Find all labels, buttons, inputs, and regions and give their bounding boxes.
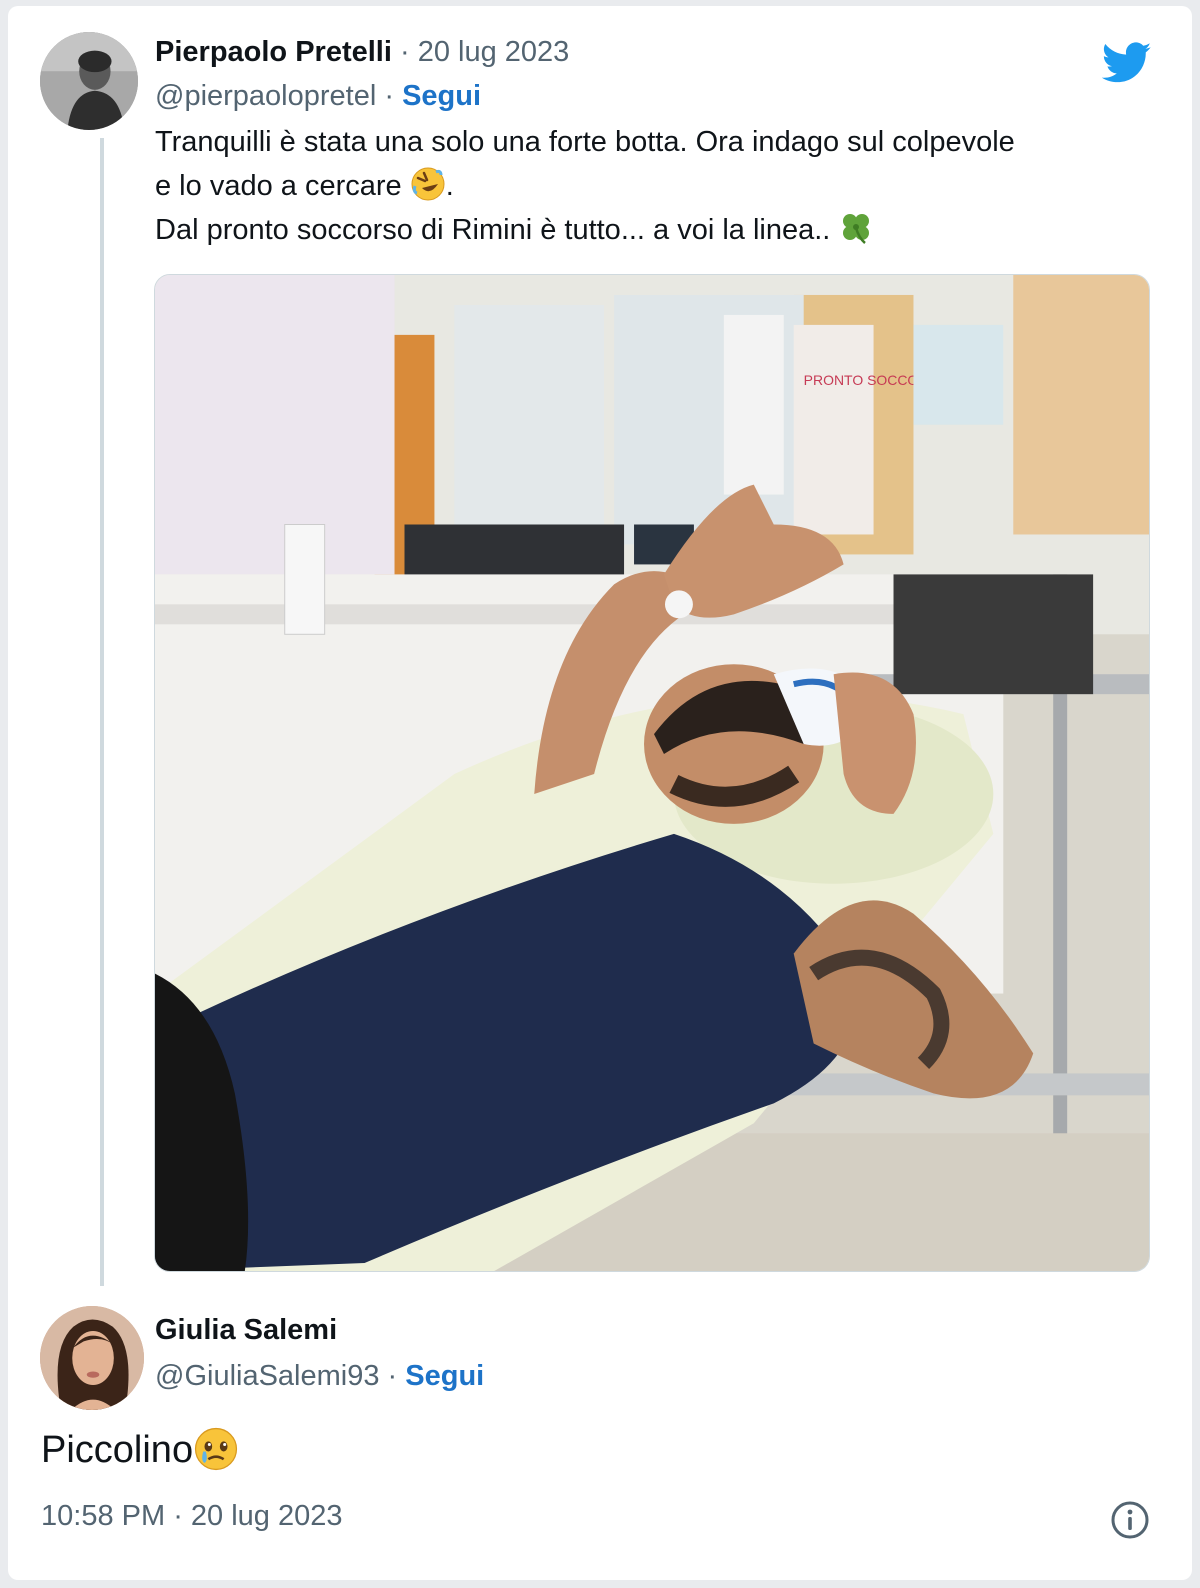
embedded-tweet-card: Pierpaolo Pretelli · 20 lug 2023 @pierpa…: [8, 6, 1192, 1580]
tweet-text-fragment: Dal pronto soccorso di Rimini è tutto...…: [155, 214, 839, 246]
author-handle[interactable]: @pierpaolopretel: [155, 80, 376, 112]
timestamp-date: 20 lug 2023: [190, 1500, 343, 1532]
thread-connector-line: [100, 138, 104, 1286]
author-handle-line: @pierpaolopretel · Segui: [155, 80, 481, 113]
reply-header: Giulia Salemi: [155, 1314, 337, 1347]
header-separator: ·: [391, 36, 418, 68]
reply-handle-line: @GiuliaSalemi93 · Segui: [155, 1360, 484, 1393]
tweet-text-line: e lo vado a cercare .: [155, 164, 1175, 208]
tweet-timestamp[interactable]: 10:58 PM · 20 lug 2023: [41, 1500, 343, 1533]
tweet-photo[interactable]: PRONTO SOCCORSO: [154, 274, 1150, 1272]
avatar[interactable]: [40, 1306, 144, 1410]
follow-separator: ·: [379, 1360, 406, 1392]
tweet-date[interactable]: 20 lug 2023: [418, 36, 570, 68]
four-leaf-clover-emoji-icon: [838, 210, 874, 246]
author-name[interactable]: Pierpaolo Pretelli: [155, 36, 392, 68]
face-holding-back-tears-emoji-icon: [193, 1426, 239, 1472]
tweet-text-fragment: .: [445, 170, 454, 202]
reply-text-content: Piccolino: [41, 1429, 194, 1471]
reply-author-name[interactable]: Giulia Salemi: [155, 1314, 337, 1346]
info-icon[interactable]: [1110, 1500, 1150, 1540]
twitter-bird-icon[interactable]: [1101, 42, 1152, 84]
reply-author-handle[interactable]: @GiuliaSalemi93: [155, 1360, 379, 1392]
follow-button[interactable]: Segui: [402, 80, 481, 112]
reply-text: Piccolino: [41, 1426, 239, 1472]
reply-follow-button[interactable]: Segui: [405, 1360, 484, 1392]
tweet-text-line: Dal pronto soccorso di Rimini è tutto...…: [155, 208, 1175, 252]
tweet-text-fragment: e lo vado a cercare: [155, 170, 410, 202]
tweet-text-line: Tranquilli è stata una solo una forte bo…: [155, 126, 1015, 158]
tweet-header: Pierpaolo Pretelli · 20 lug 2023: [155, 36, 569, 69]
rolling-on-floor-laughing-emoji-icon: [410, 166, 446, 202]
tweet-text: Tranquilli è stata una solo una forte bo…: [155, 120, 1175, 252]
timestamp-separator: ·: [165, 1500, 191, 1532]
follow-separator: ·: [376, 80, 403, 112]
avatar[interactable]: [40, 32, 138, 130]
timestamp-time: 10:58 PM: [41, 1500, 166, 1532]
